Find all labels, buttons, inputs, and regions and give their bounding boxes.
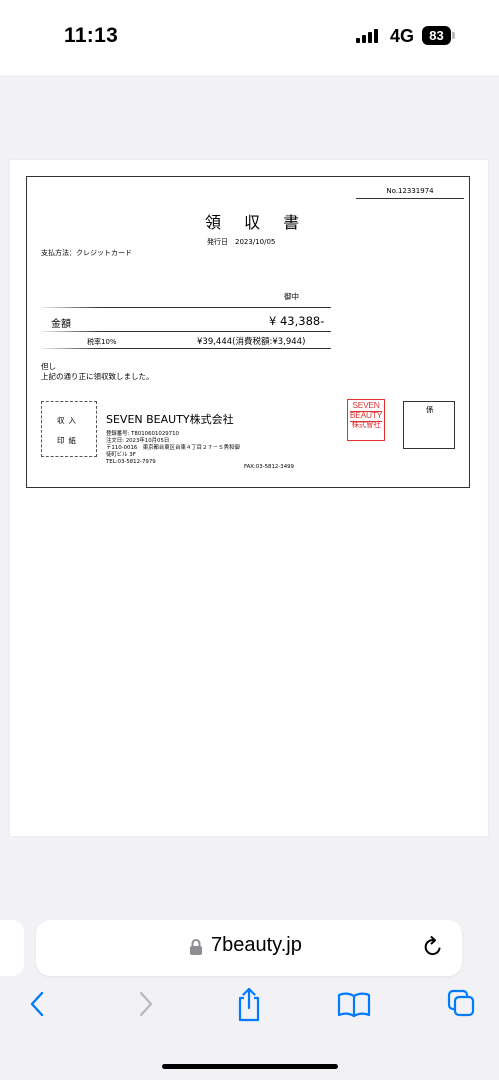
home-indicator: [162, 1064, 338, 1069]
status-time: 11:13: [64, 24, 119, 47]
tabs-icon[interactable]: [446, 988, 476, 1018]
network-type: 4G: [390, 26, 415, 46]
person-in-charge-label: 係: [426, 405, 434, 414]
previous-tab-preview[interactable]: [0, 920, 24, 976]
divider: [41, 348, 331, 349]
amount-value: ¥ 43,388-: [269, 314, 325, 328]
forward-icon[interactable]: [135, 990, 155, 1018]
issue-date: 発行日 2023/10/05: [207, 238, 276, 246]
receipt-frame: No.12331974 領 収 書 発行日 2023/10/05 支払方法：クレ…: [26, 176, 470, 488]
battery-icon: 83: [422, 26, 451, 45]
revenue-stamp-label-1: 収入: [57, 416, 80, 425]
share-icon[interactable]: [234, 986, 264, 1022]
reload-icon[interactable]: [421, 935, 445, 959]
divider: [41, 307, 331, 308]
note-line-2: 上記の通り正に領収致しました。: [41, 372, 154, 381]
status-bar: 11:13 4G 83: [0, 0, 499, 75]
lock-icon: [190, 939, 202, 955]
navigation-row: [0, 987, 499, 1030]
amount-label: 金額: [51, 319, 71, 330]
revenue-stamp-label-2: 印紙: [57, 436, 80, 445]
address-bar[interactable]: 7beauty.jp: [36, 920, 462, 976]
company-fax: FAX:03-5812-3499: [244, 464, 294, 470]
company-seal: SEVEN BEAUTY 株式會社: [347, 399, 385, 441]
receipt-title: 領 収 書: [205, 213, 309, 232]
back-icon[interactable]: [28, 990, 48, 1018]
signal-icon: [356, 29, 384, 43]
battery-tip: [452, 32, 455, 39]
person-in-charge-box: 係: [403, 401, 455, 449]
receipt-page: No.12331974 領 収 書 発行日 2023/10/05 支払方法：クレ…: [10, 160, 488, 836]
tax-detail: ¥39,444(消費税額:¥3,944): [197, 337, 306, 347]
url-text[interactable]: 7beauty.jp: [211, 934, 302, 957]
revenue-stamp-box: [41, 401, 97, 457]
divider: [41, 331, 331, 332]
tax-rate: 税率10%: [87, 338, 117, 346]
bookmarks-icon[interactable]: [336, 990, 372, 1018]
browser-toolbar: 7beauty.jp: [0, 900, 499, 1080]
recipient-honorific: 御中: [284, 292, 299, 301]
receipt-number: No.12331974: [356, 187, 464, 199]
company-info: 登録番号: T8010601029710 注文日: 2023年10月05日 〒1…: [106, 431, 240, 465]
payment-method: 支払方法：クレジットカード: [41, 249, 132, 257]
company-name: SEVEN BEAUTY株式会社: [106, 413, 234, 426]
